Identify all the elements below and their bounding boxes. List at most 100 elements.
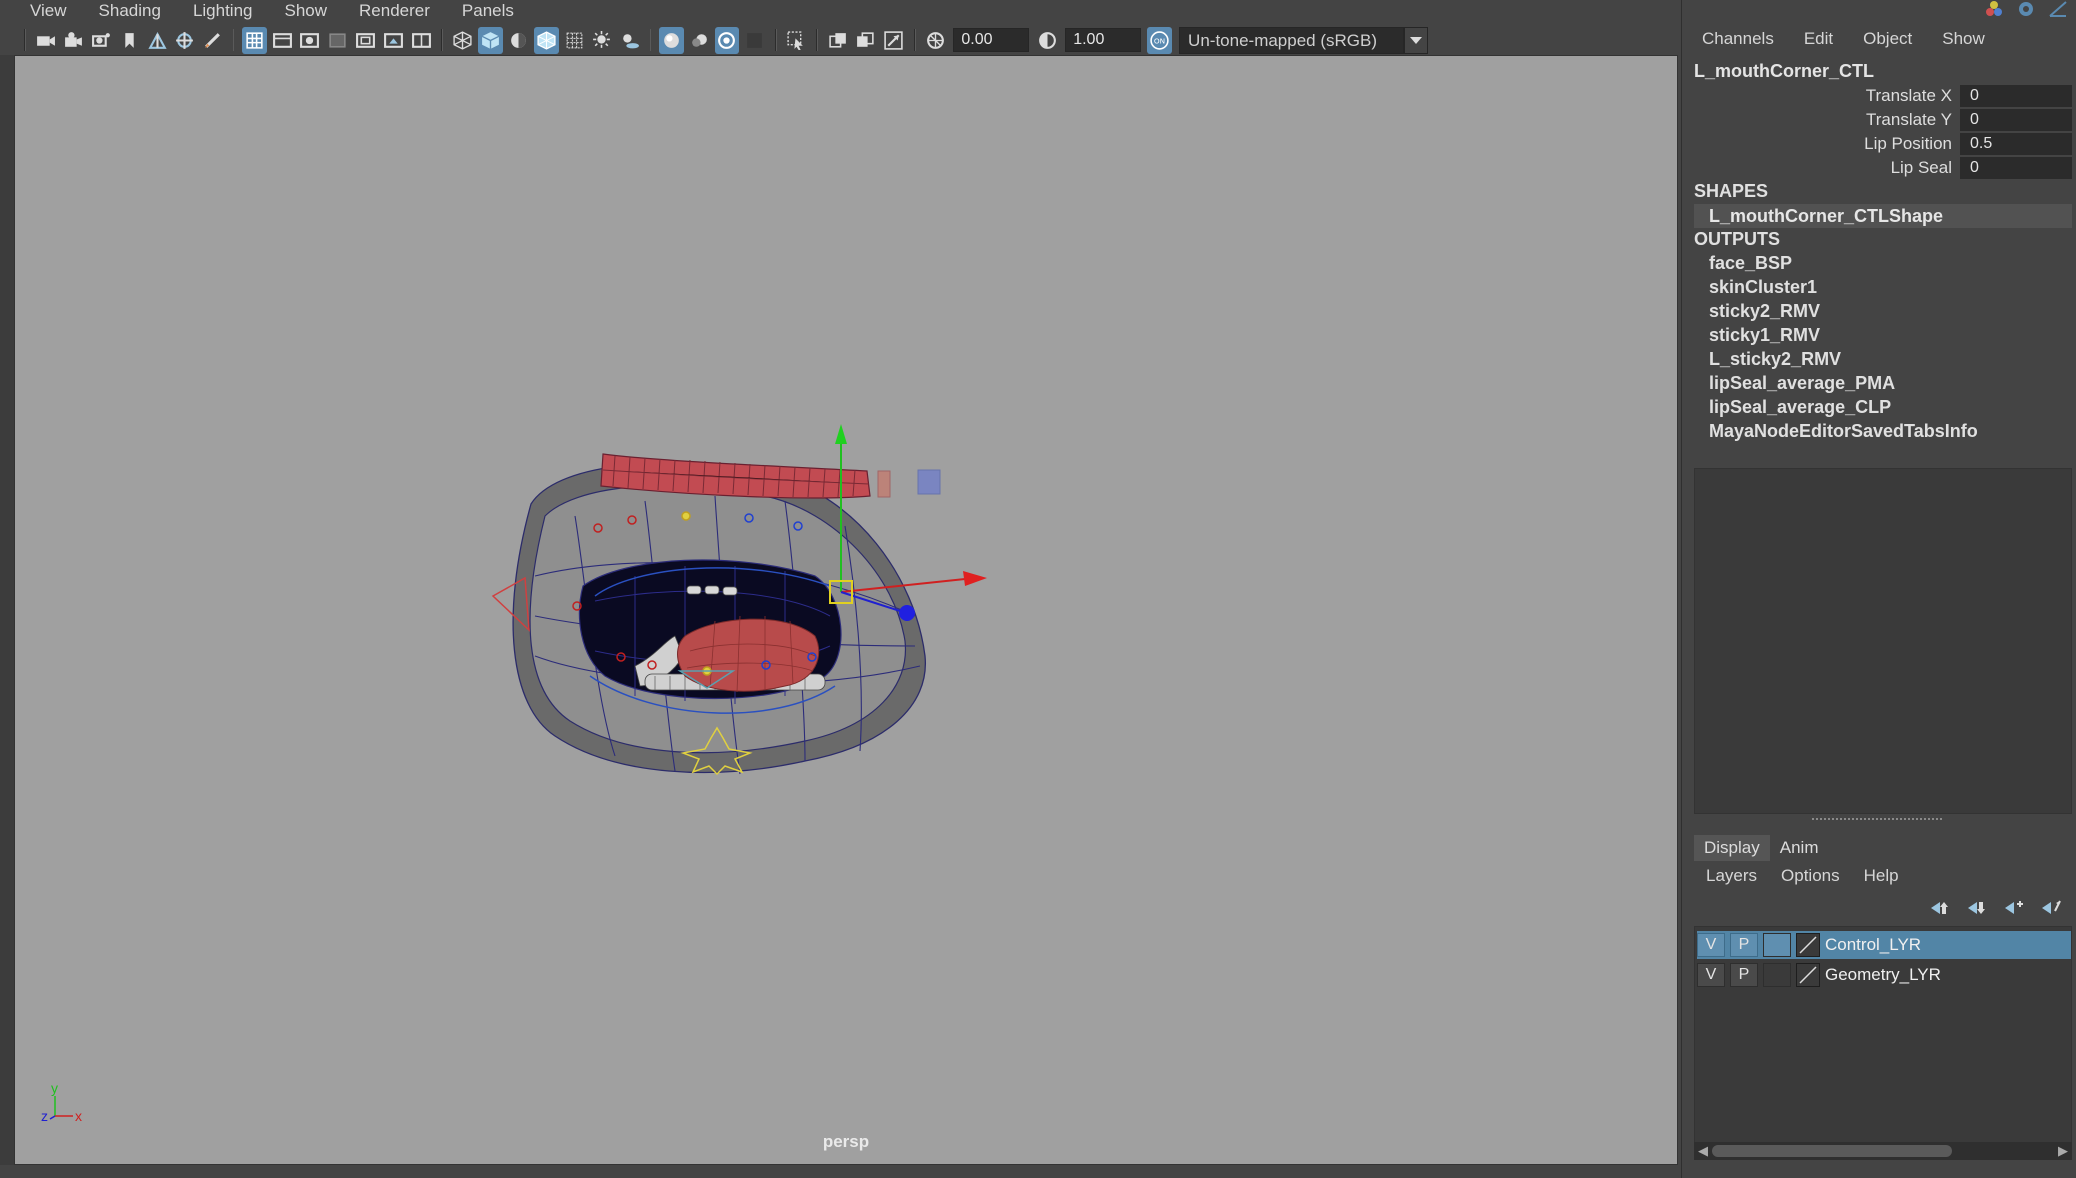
- menu-shading[interactable]: Shading: [83, 0, 177, 22]
- layer-visibility-toggle[interactable]: V: [1697, 963, 1725, 987]
- menu-view[interactable]: View: [14, 0, 83, 22]
- menu-object[interactable]: Object: [1863, 29, 1912, 49]
- color-management-icon[interactable]: ON: [1146, 26, 1172, 54]
- xray-icon[interactable]: [562, 27, 587, 54]
- scrollbar-thumb[interactable]: [1712, 1145, 1952, 1157]
- motion-blur-icon[interactable]: [687, 27, 712, 54]
- safe-title-icon[interactable]: [409, 27, 434, 54]
- attribute-editor-icon[interactable]: [1984, 0, 2004, 18]
- menu-panels[interactable]: Panels: [446, 0, 530, 22]
- move-layer-up-icon[interactable]: [1926, 897, 1953, 919]
- menu-options[interactable]: Options: [1781, 866, 1840, 886]
- panel-splitter-handle[interactable]: [1812, 818, 1942, 824]
- tool-settings-icon[interactable]: [2016, 0, 2036, 18]
- scroll-left-icon[interactable]: ◀: [1696, 1144, 1710, 1158]
- menu-renderer[interactable]: Renderer: [343, 0, 446, 22]
- color-space-dropdown[interactable]: Un-tone-mapped (sRGB): [1179, 26, 1404, 54]
- smooth-shade-icon[interactable]: [478, 26, 504, 54]
- 3d-viewport[interactable]: y z x persp: [14, 55, 1678, 1165]
- menu-show[interactable]: Show: [269, 0, 344, 22]
- attribute-label[interactable]: Lip Position: [1864, 134, 1952, 154]
- attribute-row-lip-seal[interactable]: Lip Seal 0: [1682, 156, 2072, 180]
- camera-attributes-icon[interactable]: [61, 27, 86, 54]
- attribute-label[interactable]: Translate X: [1866, 86, 1952, 106]
- image-plane-icon[interactable]: [145, 27, 170, 54]
- grid-icon[interactable]: [241, 26, 267, 54]
- menu-edit[interactable]: Edit: [1804, 29, 1833, 49]
- horizontal-scrollbar[interactable]: ◀ ▶: [1694, 1142, 2072, 1160]
- grease-pencil-icon[interactable]: [200, 27, 225, 54]
- layer-playback-toggle[interactable]: P: [1730, 933, 1758, 957]
- layer-display-type-icon[interactable]: [1796, 933, 1820, 957]
- bookmark-icon[interactable]: [117, 27, 142, 54]
- menu-show-channels[interactable]: Show: [1942, 29, 1985, 49]
- gate-mask-icon[interactable]: [325, 27, 350, 54]
- layer-color-swatch[interactable]: [1763, 963, 1791, 987]
- isolate-select-icon[interactable]: [784, 27, 809, 54]
- channel-box-toggle-icon[interactable]: [2048, 0, 2068, 18]
- 2d-pan-zoom-icon[interactable]: [172, 27, 197, 54]
- antialiasing-icon[interactable]: [714, 26, 740, 54]
- gamma-icon[interactable]: [1035, 27, 1060, 54]
- output-node-item[interactable]: sticky2_RMV: [1709, 301, 1820, 322]
- screen-space-ao-icon[interactable]: [658, 26, 684, 54]
- attribute-row-translate-x[interactable]: Translate X 0: [1682, 84, 2072, 108]
- wireframe-on-shaded-icon[interactable]: [533, 26, 559, 54]
- select-camera-icon[interactable]: [33, 27, 58, 54]
- use-lights-icon[interactable]: [589, 27, 614, 54]
- output-node-item[interactable]: MayaNodeEditorSavedTabsInfo: [1709, 421, 1978, 442]
- attribute-label[interactable]: Translate Y: [1866, 110, 1952, 130]
- layer-row-control[interactable]: V P Control_LYR: [1697, 931, 2071, 959]
- scroll-right-icon[interactable]: ▶: [2056, 1144, 2070, 1158]
- shape-node-item[interactable]: L_mouthCorner_CTLShape: [1694, 204, 2072, 228]
- create-empty-layer-icon[interactable]: [2000, 897, 2027, 919]
- layer-name[interactable]: Geometry_LYR: [1825, 965, 1941, 985]
- output-node-item[interactable]: L_sticky2_RMV: [1709, 349, 1841, 370]
- gamma-field[interactable]: 1.00: [1065, 28, 1142, 52]
- output-node-item[interactable]: sticky1_RMV: [1709, 325, 1820, 346]
- wireframe-icon[interactable]: [450, 27, 475, 54]
- bookmark-camera-icon[interactable]: [89, 27, 114, 54]
- attribute-row-translate-y[interactable]: Translate Y 0: [1682, 108, 2072, 132]
- output-node-item[interactable]: lipSeal_average_PMA: [1709, 373, 1895, 394]
- camera-manipulator-icon[interactable]: [881, 27, 906, 54]
- output-node-item[interactable]: skinCluster1: [1709, 277, 1817, 298]
- attribute-value-field[interactable]: 0: [1960, 157, 2072, 179]
- menu-lighting[interactable]: Lighting: [177, 0, 269, 22]
- film-gate-icon[interactable]: [270, 27, 295, 54]
- selected-node-name[interactable]: L_mouthCorner_CTL: [1694, 61, 1874, 82]
- layer-visibility-toggle[interactable]: V: [1697, 933, 1725, 957]
- move-layer-down-icon[interactable]: [1963, 897, 1990, 919]
- attribute-value-field[interactable]: 0.5: [1960, 133, 2072, 155]
- toolbar-separator: [232, 29, 235, 51]
- menu-help[interactable]: Help: [1864, 866, 1899, 886]
- layer-name[interactable]: Control_LYR: [1825, 935, 1921, 955]
- exposure-field[interactable]: 0.00: [953, 28, 1030, 52]
- tab-display[interactable]: Display: [1694, 835, 1770, 861]
- chevron-down-icon[interactable]: [1403, 26, 1428, 54]
- create-layer-from-selection-icon[interactable]: [2037, 897, 2064, 919]
- default-material-icon[interactable]: [506, 27, 531, 54]
- xray-joints-icon[interactable]: [826, 27, 851, 54]
- tab-anim[interactable]: Anim: [1769, 835, 1829, 861]
- layer-display-type-icon[interactable]: [1796, 963, 1820, 987]
- xray-active-icon[interactable]: [854, 27, 879, 54]
- safe-action-icon[interactable]: [381, 27, 406, 54]
- resolution-gate-icon[interactable]: [298, 27, 323, 54]
- shadows-icon[interactable]: [617, 27, 642, 54]
- menu-channels[interactable]: Channels: [1702, 29, 1774, 49]
- exposure-icon[interactable]: [923, 27, 948, 54]
- output-node-item[interactable]: face_BSP: [1709, 253, 1792, 274]
- mouth-rig-model[interactable]: [15, 56, 1678, 1165]
- layer-row-geometry[interactable]: V P Geometry_LYR: [1697, 961, 2071, 989]
- attribute-label[interactable]: Lip Seal: [1891, 158, 1952, 178]
- attribute-row-lip-position[interactable]: Lip Position 0.5: [1682, 132, 2072, 156]
- layer-playback-toggle[interactable]: P: [1730, 963, 1758, 987]
- depth-of-field-icon[interactable]: [742, 27, 767, 54]
- layer-color-swatch[interactable]: [1763, 933, 1791, 957]
- output-node-item[interactable]: lipSeal_average_CLP: [1709, 397, 1891, 418]
- attribute-value-field[interactable]: 0: [1960, 109, 2072, 131]
- attribute-value-field[interactable]: 0: [1960, 85, 2072, 107]
- field-chart-icon[interactable]: [353, 27, 378, 54]
- menu-layers[interactable]: Layers: [1706, 866, 1757, 886]
